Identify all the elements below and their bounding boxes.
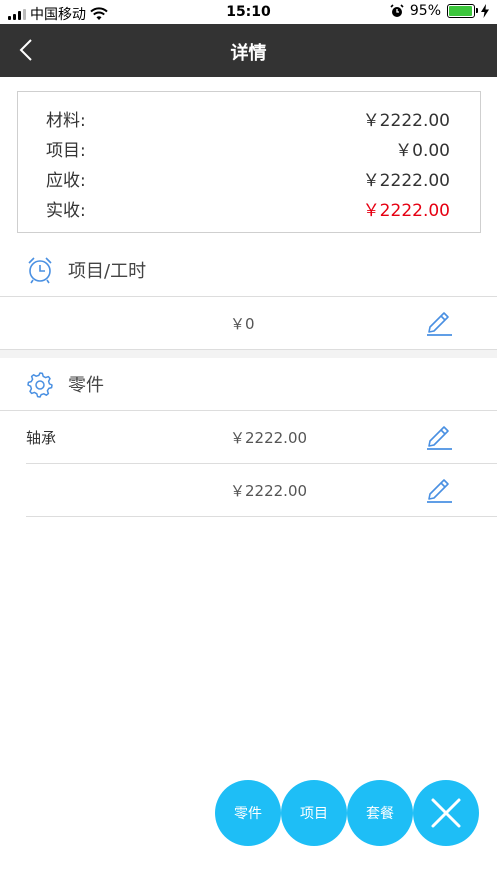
alarm-clock-icon (390, 4, 404, 17)
status-bar: 中国移动 15:10 95% (0, 0, 497, 24)
gear-icon (27, 372, 53, 398)
summary-value: ￥2222.00 (362, 171, 450, 191)
summary-row-received: 实收: ￥2222.00 (46, 196, 450, 226)
status-right: 95% (390, 3, 489, 19)
summary-value: ￥2222.00 (362, 111, 450, 131)
add-package-button[interactable]: 套餐 (347, 780, 413, 846)
summary-label: 项目: (46, 141, 86, 161)
section-header-project: 项目/工时 (0, 238, 497, 302)
item-price: ￥2222.00 (230, 429, 308, 447)
battery-percent: 95% (409, 3, 441, 19)
summary-row-material: 材料: ￥2222.00 (46, 106, 450, 136)
battery-icon (447, 4, 478, 18)
summary-card: 材料: ￥2222.00 项目: ￥0.00 应收: ￥2222.00 实收: … (17, 91, 481, 233)
section-title: 零件 (68, 375, 104, 396)
divider (26, 516, 497, 517)
close-icon (431, 798, 461, 828)
list-item: ￥0 (26, 297, 472, 349)
page-title: 详情 (230, 43, 267, 64)
list-item: 轴承 ￥2222.00 (26, 411, 472, 463)
summary-value: ￥0.00 (395, 141, 450, 161)
item-price: ￥0 (230, 315, 255, 333)
list-item: ￥2222.00 (26, 464, 472, 516)
summary-label: 材料: (46, 111, 86, 131)
pencil-icon (427, 479, 452, 503)
summary-value-highlight: ￥2222.00 (362, 201, 450, 221)
edit-button[interactable] (424, 474, 454, 504)
edit-button[interactable] (424, 421, 454, 451)
summary-label: 实收: (46, 201, 86, 221)
battery-fill (449, 6, 472, 16)
close-menu-button[interactable] (413, 780, 479, 846)
pencil-icon (427, 426, 452, 450)
item-price: ￥2222.00 (230, 482, 308, 500)
edit-button[interactable] (424, 307, 454, 337)
summary-row-project: 项目: ￥0.00 (46, 136, 450, 166)
add-project-button[interactable]: 项目 (281, 780, 347, 846)
charging-bolt-icon (481, 4, 489, 18)
alarm-clock-icon (28, 257, 52, 284)
add-parts-button[interactable]: 零件 (215, 780, 281, 846)
section-header-parts: 零件 (0, 352, 497, 416)
pencil-icon (427, 312, 452, 336)
summary-row-receivable: 应收: ￥2222.00 (46, 166, 450, 196)
item-name: 轴承 (26, 429, 57, 447)
section-title: 项目/工时 (68, 261, 147, 282)
nav-bar: 详情 (0, 24, 497, 77)
summary-label: 应收: (46, 171, 86, 191)
